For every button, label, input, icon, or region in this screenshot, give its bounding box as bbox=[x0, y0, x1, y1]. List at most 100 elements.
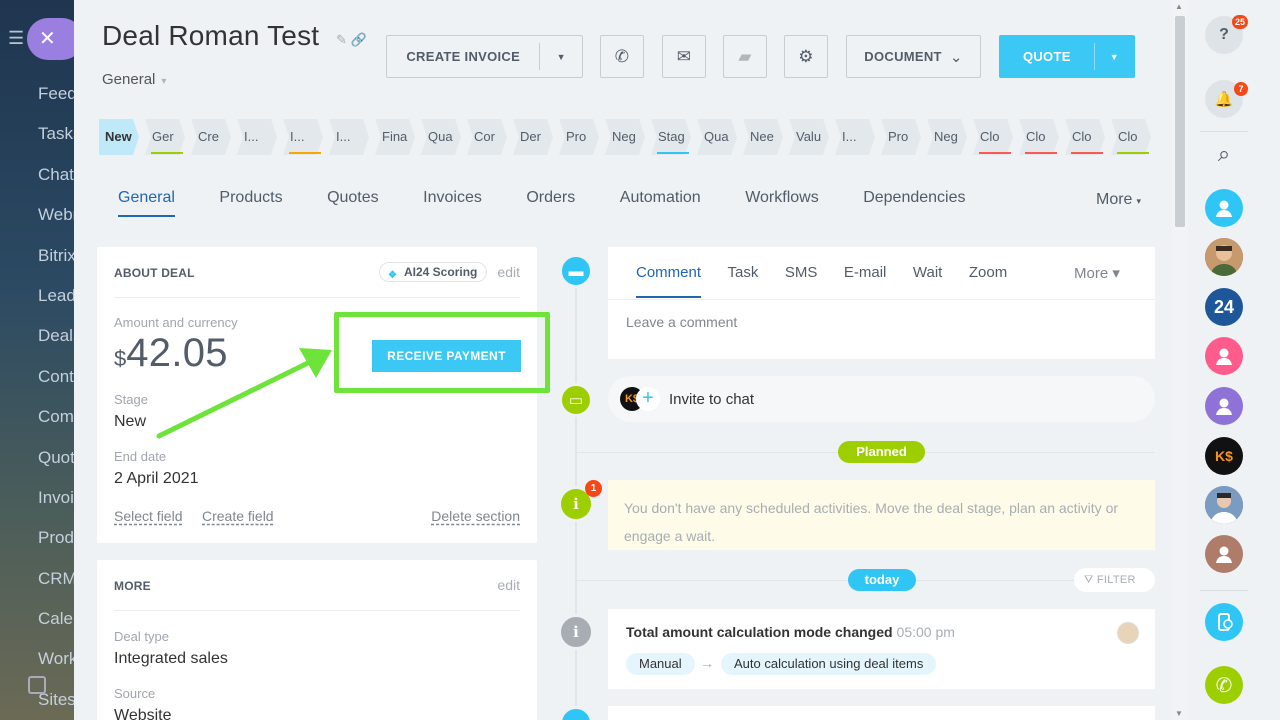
create-invoice-button[interactable]: CREATE INVOICE ▼ bbox=[386, 35, 583, 78]
background-menu-item[interactable]: Calen bbox=[38, 609, 74, 649]
stage-step[interactable]: Der bbox=[513, 119, 559, 155]
stage-step[interactable]: Neg bbox=[605, 119, 651, 155]
background-menu-item[interactable]: Leads bbox=[38, 286, 74, 326]
stage-step[interactable]: Qua bbox=[421, 119, 467, 155]
background-menu-item[interactable]: Comp bbox=[38, 407, 74, 447]
invite-to-chat-row[interactable]: K$ + Invite to chat bbox=[608, 376, 1155, 422]
phone-icon: ✆ bbox=[1215, 674, 1233, 697]
scroll-down-icon[interactable]: ▼ bbox=[1175, 709, 1183, 718]
document-button[interactable]: DOCUMENT ⌄ bbox=[846, 35, 981, 78]
editor-tab-wait[interactable]: Wait bbox=[913, 264, 942, 298]
create-field-link[interactable]: Create field bbox=[202, 508, 274, 524]
stage-step[interactable]: Fina bbox=[375, 119, 421, 155]
background-menu-item[interactable]: Chat bbox=[38, 165, 74, 205]
editor-tab-email[interactable]: E-mail bbox=[844, 264, 887, 298]
call-button[interactable]: ✆ bbox=[600, 35, 644, 78]
stage-step[interactable]: I... bbox=[329, 119, 375, 155]
stage-step[interactable]: Clo bbox=[1065, 119, 1111, 155]
ai-scoring-icon: ❖ bbox=[388, 270, 397, 281]
quote-button[interactable]: QUOTE ▼ bbox=[999, 35, 1135, 78]
tab-orders[interactable]: Orders bbox=[526, 189, 575, 217]
tab-quotes[interactable]: Quotes bbox=[327, 189, 379, 217]
stage-step[interactable]: Pro bbox=[559, 119, 605, 155]
scrollbar-thumb[interactable] bbox=[1175, 16, 1185, 227]
background-menu-item[interactable]: Webm bbox=[38, 205, 74, 245]
search-button[interactable]: ⌕ bbox=[1205, 135, 1243, 173]
stage-step[interactable]: Valu bbox=[789, 119, 835, 155]
stage-step[interactable]: Nee bbox=[743, 119, 789, 155]
tab-workflows[interactable]: Workflows bbox=[745, 189, 819, 217]
scroll-up-icon[interactable]: ▲ bbox=[1175, 2, 1183, 11]
tab-general[interactable]: General bbox=[118, 189, 175, 217]
stage-step[interactable]: Cor bbox=[467, 119, 513, 155]
edit-title-icon[interactable]: ✎ 🔗 bbox=[336, 32, 367, 48]
user-avatar[interactable] bbox=[1205, 189, 1243, 227]
close-slider-button[interactable]: ✕ bbox=[27, 18, 74, 60]
background-menu-item[interactable]: Quote bbox=[38, 448, 74, 488]
background-menu-item[interactable]: Deals bbox=[38, 326, 74, 366]
deal-category[interactable]: General ▾ bbox=[102, 71, 166, 88]
background-menu-item[interactable]: Sites bbox=[38, 690, 74, 720]
editor-tab-sms[interactable]: SMS bbox=[785, 264, 818, 298]
ai-scoring-button[interactable]: ❖ AI24 Scoring bbox=[379, 262, 488, 282]
editor-tab-task[interactable]: Task bbox=[728, 264, 759, 298]
background-menu-item[interactable]: Bitrix bbox=[38, 246, 74, 286]
stage-step[interactable]: Stag bbox=[651, 119, 697, 155]
user-avatar[interactable] bbox=[1205, 486, 1243, 524]
stage-step[interactable]: New bbox=[99, 119, 145, 155]
stage-step[interactable]: Clo bbox=[1019, 119, 1065, 155]
select-field-link[interactable]: Select field bbox=[114, 508, 182, 524]
settings-button[interactable]: ⚙ bbox=[784, 35, 828, 78]
user-avatar[interactable] bbox=[1205, 535, 1243, 573]
background-menu-item[interactable]: Conta bbox=[38, 367, 74, 407]
background-menu-item[interactable]: Produ bbox=[38, 528, 74, 568]
stage-label: I... bbox=[244, 129, 259, 144]
delete-section-link[interactable]: Delete section bbox=[431, 508, 520, 524]
avatar[interactable] bbox=[1117, 622, 1139, 644]
chat-button[interactable]: ▰ bbox=[723, 35, 767, 78]
stage-step[interactable]: Clo bbox=[1111, 119, 1157, 155]
telephony-button[interactable] bbox=[1205, 603, 1243, 641]
user-avatar[interactable] bbox=[1205, 387, 1243, 425]
background-menu-item[interactable]: Tasks bbox=[38, 124, 74, 164]
dropdown-arrow-icon[interactable]: ▼ bbox=[1095, 52, 1134, 62]
bitrix24-button[interactable]: 24 bbox=[1205, 288, 1243, 326]
stage-step[interactable]: Pro bbox=[881, 119, 927, 155]
stage-step[interactable]: I... bbox=[237, 119, 283, 155]
dropdown-arrow-icon[interactable]: ▼ bbox=[540, 52, 582, 62]
stage-step[interactable]: Qua bbox=[697, 119, 743, 155]
stage-step[interactable]: Ger bbox=[145, 119, 191, 155]
edit-link[interactable]: edit bbox=[497, 264, 520, 280]
stage-step[interactable]: I... bbox=[835, 119, 881, 155]
photo-avatar-icon bbox=[1205, 486, 1243, 524]
background-menu-item[interactable]: Invoic bbox=[38, 488, 74, 528]
background-menu-item[interactable]: Feed bbox=[38, 84, 74, 124]
edit-link[interactable]: edit bbox=[497, 577, 520, 593]
editor-tab-zoom[interactable]: Zoom bbox=[969, 264, 1007, 298]
user-avatar[interactable] bbox=[1205, 337, 1243, 375]
stage-label: Ger bbox=[152, 129, 174, 144]
user-avatar[interactable]: K$ bbox=[1205, 437, 1243, 475]
tab-automation[interactable]: Automation bbox=[620, 189, 701, 217]
tab-invoices[interactable]: Invoices bbox=[423, 189, 482, 217]
receive-payment-button[interactable]: RECEIVE PAYMENT bbox=[372, 340, 521, 372]
stage-step[interactable]: Cre bbox=[191, 119, 237, 155]
tabs-more-button[interactable]: More ▾ bbox=[1096, 191, 1141, 209]
tab-products[interactable]: Products bbox=[219, 189, 282, 217]
tab-dependencies[interactable]: Dependencies bbox=[863, 189, 965, 217]
stage-step[interactable]: Neg bbox=[927, 119, 973, 155]
editor-more-button[interactable]: More ▾ bbox=[1074, 264, 1120, 282]
filter-button[interactable]: ⛛ FILTER bbox=[1074, 568, 1155, 592]
call-button[interactable]: ✆ bbox=[1205, 666, 1243, 704]
stage-step[interactable]: Clo bbox=[973, 119, 1019, 155]
user-avatar[interactable] bbox=[1205, 238, 1243, 276]
stage-step[interactable]: I... bbox=[283, 119, 329, 155]
hamburger-icon[interactable]: ☰ bbox=[8, 28, 24, 49]
scrollbar[interactable]: ▲ ▼ bbox=[1172, 0, 1188, 720]
background-menu-item[interactable]: CRM bbox=[38, 569, 74, 609]
print-icon[interactable] bbox=[28, 676, 46, 694]
editor-tab-comment[interactable]: Comment bbox=[636, 264, 702, 298]
email-button[interactable]: ✉ bbox=[662, 35, 706, 78]
plus-icon[interactable]: + bbox=[636, 387, 660, 411]
comment-input[interactable]: Leave a comment bbox=[626, 314, 737, 330]
